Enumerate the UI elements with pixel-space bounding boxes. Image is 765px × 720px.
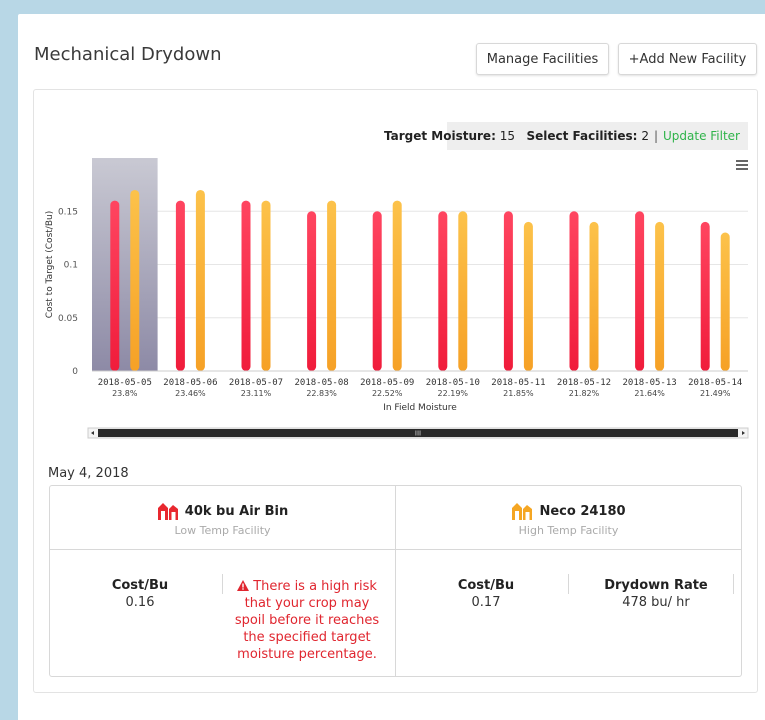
right-cost-value: 0.17 [471, 595, 501, 610]
x-tick-sublabel: 22.52% [372, 389, 403, 398]
x-tick-label: 2018-05-07 [229, 378, 283, 388]
bar-neco [589, 221, 599, 371]
bar-neco [327, 200, 337, 371]
x-tick-label: 2018-05-11 [491, 378, 545, 388]
bar-air-bin [569, 211, 579, 371]
add-facility-button[interactable]: +Add New Facility [618, 43, 757, 75]
x-tick-label: 2018-05-14 [688, 378, 742, 388]
bar-neco [130, 189, 140, 371]
facility-comparison: 40k bu Air Bin Low Temp Facility Cost/Bu… [49, 485, 742, 677]
drydown-chart: 00.050.10.152018-05-0523.8%2018-05-0623.… [45, 158, 749, 439]
x-tick-sublabel: 22.19% [438, 389, 469, 398]
x-tick-sublabel: 23.46% [175, 389, 206, 398]
y-tick-label: 0.1 [64, 261, 78, 271]
bar-air-bin [372, 211, 382, 371]
right-cost-label: Cost/Bu [457, 578, 515, 593]
drydown-rate-value: 478 bu/ hr [622, 595, 690, 610]
facility-left-type: Low Temp Facility [174, 524, 271, 537]
bar-neco [261, 200, 271, 371]
facility-left-title: 40k bu Air Bin [50, 502, 395, 520]
facility-right-type: High Temp Facility [518, 524, 619, 537]
x-tick-label: 2018-05-06 [163, 378, 217, 388]
right-divider-2 [733, 574, 734, 594]
right-divider-1 [568, 574, 569, 594]
x-tick-label: 2018-05-10 [426, 378, 480, 388]
bar-air-bin [700, 221, 710, 371]
scrollbar-grip: III [415, 430, 421, 438]
warning-icon [237, 580, 250, 591]
bar-neco [458, 211, 468, 371]
selected-category-band [92, 158, 158, 371]
facility-left-name: 40k bu Air Bin [184, 503, 289, 519]
x-tick-sublabel: 21.64% [634, 389, 665, 398]
facility-right-header: Neco 24180 High Temp Facility [396, 486, 741, 550]
x-tick-sublabel: 23.8% [112, 389, 138, 398]
x-tick-sublabel: 22.83% [306, 389, 337, 398]
left-cost-label: Cost/Bu [111, 578, 169, 593]
bar-air-bin [110, 200, 120, 371]
left-divider [222, 574, 223, 594]
y-axis-title: Cost to Target (Cost/Bu) [45, 211, 55, 318]
page-title: Mechanical Drydown [34, 44, 222, 65]
x-tick-label: 2018-05-05 [98, 378, 152, 388]
bar-air-bin [307, 211, 317, 371]
facility-left: 40k bu Air Bin Low Temp Facility Cost/Bu… [50, 486, 396, 676]
x-tick-label: 2018-05-12 [557, 378, 611, 388]
bar-neco [720, 232, 730, 371]
bar-neco [655, 221, 665, 371]
facility-right-title: Neco 24180 [396, 502, 741, 520]
manage-facilities-button[interactable]: Manage Facilities [476, 43, 609, 75]
bar-air-bin [503, 211, 513, 371]
drydown-rate-label: Drydown Rate [604, 578, 708, 593]
x-tick-sublabel: 21.82% [569, 389, 600, 398]
barn-icon [512, 503, 533, 520]
bar-air-bin [438, 211, 448, 371]
y-tick-label: 0.15 [58, 207, 78, 217]
left-cost-value: 0.16 [125, 595, 155, 610]
facility-right: Neco 24180 High Temp Facility Cost/Bu 0.… [396, 486, 741, 676]
y-tick-label: 0 [72, 367, 78, 377]
bar-neco [523, 221, 533, 371]
x-tick-label: 2018-05-13 [623, 378, 677, 388]
spoil-warning: There is a high risk that your crop may … [232, 578, 382, 663]
x-tick-sublabel: 21.85% [503, 389, 534, 398]
detail-date: May 4, 2018 [48, 466, 129, 481]
x-axis-title: In Field Moisture [383, 403, 457, 413]
bar-air-bin [175, 200, 185, 371]
facility-right-name: Neco 24180 [539, 503, 626, 519]
x-tick-label: 2018-05-09 [360, 378, 414, 388]
barn-icon [157, 503, 178, 520]
left-cost-stat: Cost/Bu 0.16 [90, 578, 190, 610]
bar-air-bin [635, 211, 645, 371]
x-tick-sublabel: 23.11% [241, 389, 272, 398]
main-panel: Mechanical Drydown Manage Facilities +Ad… [18, 14, 765, 720]
bar-neco [195, 189, 205, 371]
facility-left-header: 40k bu Air Bin Low Temp Facility [50, 486, 395, 550]
drydown-rate-stat: Drydown Rate 478 bu/ hr [586, 578, 726, 610]
bar-air-bin [241, 200, 251, 371]
x-tick-label: 2018-05-08 [295, 378, 349, 388]
x-tick-sublabel: 21.49% [700, 389, 731, 398]
bar-neco [392, 200, 402, 371]
right-cost-stat: Cost/Bu 0.17 [436, 578, 536, 610]
chart-card: Target Moisture: 15 Select Facilities: 2… [33, 89, 758, 693]
spoil-warning-text: There is a high risk that your crop may … [234, 579, 380, 662]
y-tick-label: 0.05 [58, 314, 78, 324]
